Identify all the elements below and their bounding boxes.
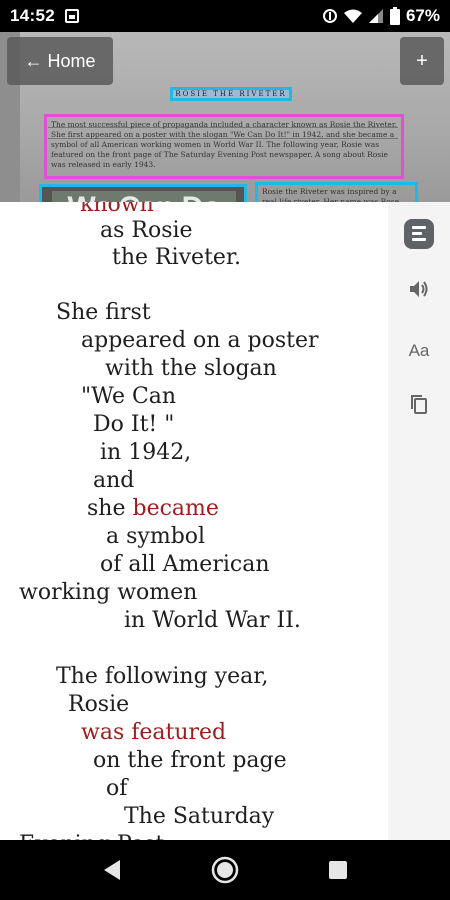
reading-line: She first	[56, 300, 151, 325]
reading-line: working women	[19, 580, 198, 605]
reading-line: with the slogan	[105, 356, 277, 381]
reading-line: a symbol	[106, 524, 206, 549]
back-button[interactable]	[90, 840, 134, 900]
detected-title-box[interactable]: ROSIE THE RIVETER	[170, 87, 292, 101]
signal-icon	[368, 9, 383, 23]
recents-square-icon	[329, 861, 347, 879]
font-size-button[interactable]: Aa	[388, 334, 450, 368]
home-button[interactable]: ← Home	[7, 37, 113, 85]
reading-highlight: became	[132, 496, 219, 521]
reading-line: on the front page	[93, 748, 287, 773]
status-time: 14:52	[10, 6, 55, 25]
reading-line: and	[93, 468, 135, 493]
reading-line-text: she	[87, 496, 133, 521]
reading-line: Do It! "	[93, 412, 175, 437]
navigation-bar	[0, 840, 450, 900]
speaker-icon	[410, 281, 428, 297]
home-button-label: ← Home	[24, 50, 96, 71]
reading-line: she became	[87, 496, 219, 522]
reading-line: appeared on a poster	[81, 328, 319, 353]
selected-block-text: The most successful piece of propaganda …	[51, 120, 397, 169]
status-icons: 67%	[322, 6, 440, 26]
copy-icon	[411, 395, 427, 414]
reading-line: of all American	[100, 552, 270, 577]
home-nav-button[interactable]	[203, 840, 247, 900]
recents-button[interactable]	[316, 840, 360, 900]
reading-line: "We Can	[81, 384, 177, 409]
reading-line: known	[80, 202, 154, 217]
copy-button[interactable]	[388, 387, 450, 421]
summary-button[interactable]	[388, 216, 450, 252]
detected-text-block-right[interactable]: Rosie the Riveter was inspired by a real…	[255, 182, 418, 202]
status-bar: 14:52 67%	[0, 0, 450, 32]
reading-line: The following year,	[56, 664, 269, 689]
reading-line: the Riveter.	[112, 245, 242, 270]
image-notification-icon	[64, 9, 79, 23]
listen-button[interactable]	[388, 272, 450, 306]
detected-poster-box[interactable]: We Can Do It!	[39, 184, 247, 202]
wifi-icon	[343, 9, 362, 23]
detected-title-text: ROSIE THE RIVETER	[175, 90, 287, 98]
reading-line: in 1942,	[100, 440, 192, 465]
reading-line: The Saturday	[124, 804, 275, 829]
add-icon: +	[416, 49, 428, 72]
add-button[interactable]: +	[400, 37, 444, 85]
reading-line: as Rosie	[100, 218, 193, 243]
back-triangle-icon	[104, 860, 120, 880]
reading-line: was featured	[81, 720, 227, 745]
reading-line: Evening Post	[19, 832, 164, 840]
reading-line: of	[106, 776, 128, 801]
font-size-icon: Aa	[408, 341, 430, 360]
tool-column: Aa	[388, 202, 450, 840]
reading-panel[interactable]: known as Rosie the Riveter. She first ap…	[0, 202, 388, 840]
right-block-text: Rosie the Riveter was inspired by a real…	[262, 187, 400, 202]
battery-percent: 67%	[405, 6, 440, 25]
poster-text: We Can Do It!	[52, 191, 236, 202]
data-saver-icon	[322, 9, 337, 23]
selected-text-block[interactable]: The most successful piece of propaganda …	[44, 114, 404, 179]
battery-icon	[389, 7, 400, 25]
summary-icon	[404, 219, 434, 249]
reading-line: Rosie	[68, 692, 130, 717]
reading-line: in World War II.	[124, 608, 301, 633]
home-circle-icon	[211, 856, 239, 884]
